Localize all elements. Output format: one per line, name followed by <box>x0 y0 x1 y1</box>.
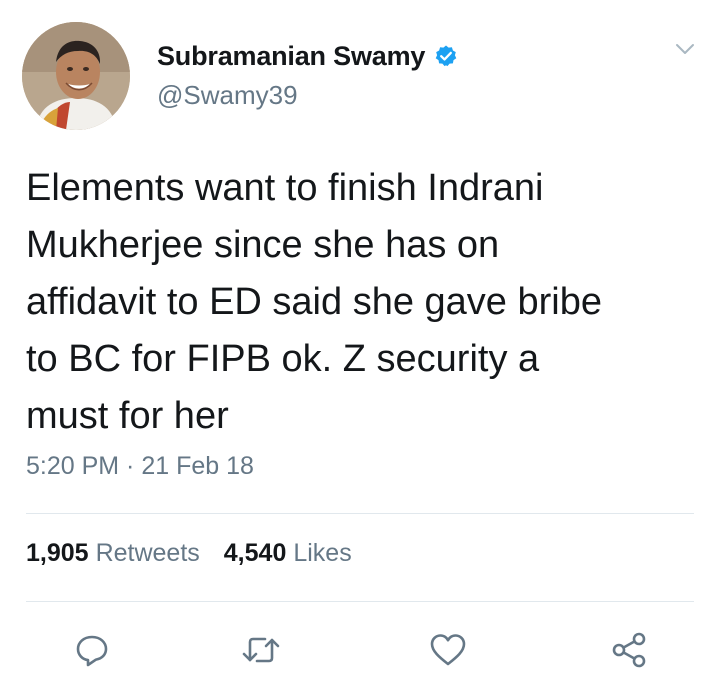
author-handle[interactable]: @Swamy39 <box>157 80 298 111</box>
heart-icon <box>430 634 466 666</box>
share-button[interactable] <box>609 630 649 670</box>
verified-badge-icon <box>434 44 458 68</box>
likes-count: 4,540 <box>223 539 287 567</box>
avatar[interactable] <box>22 22 130 130</box>
retweets-label: Retweets <box>95 539 200 567</box>
chevron-down-icon[interactable] <box>674 38 696 60</box>
like-button[interactable] <box>428 630 468 670</box>
retweets-stat[interactable]: 1,905 Retweets <box>26 539 200 568</box>
divider <box>26 601 694 602</box>
likes-stat[interactable]: 4,540 Likes <box>224 539 352 568</box>
retweet-button[interactable] <box>241 630 281 670</box>
retweet-icon <box>242 637 280 663</box>
author-display-name[interactable]: Subramanian Swamy <box>157 41 425 72</box>
divider <box>26 513 694 514</box>
tweet-timestamp[interactable]: 5:20 PM · 21 Feb 18 <box>26 452 254 481</box>
share-icon <box>612 632 646 668</box>
tweet-stats: 1,905 Retweets 4,540 Likes <box>26 539 352 568</box>
author-name-row[interactable]: Subramanian Swamy <box>157 38 458 74</box>
likes-label: Likes <box>293 539 352 567</box>
avatar-photo <box>22 22 130 130</box>
reply-button[interactable] <box>72 630 112 670</box>
retweets-count: 1,905 <box>26 539 89 567</box>
tweet-text: Elements want to finish Indrani Mukherje… <box>26 167 602 437</box>
reply-icon <box>76 635 108 667</box>
